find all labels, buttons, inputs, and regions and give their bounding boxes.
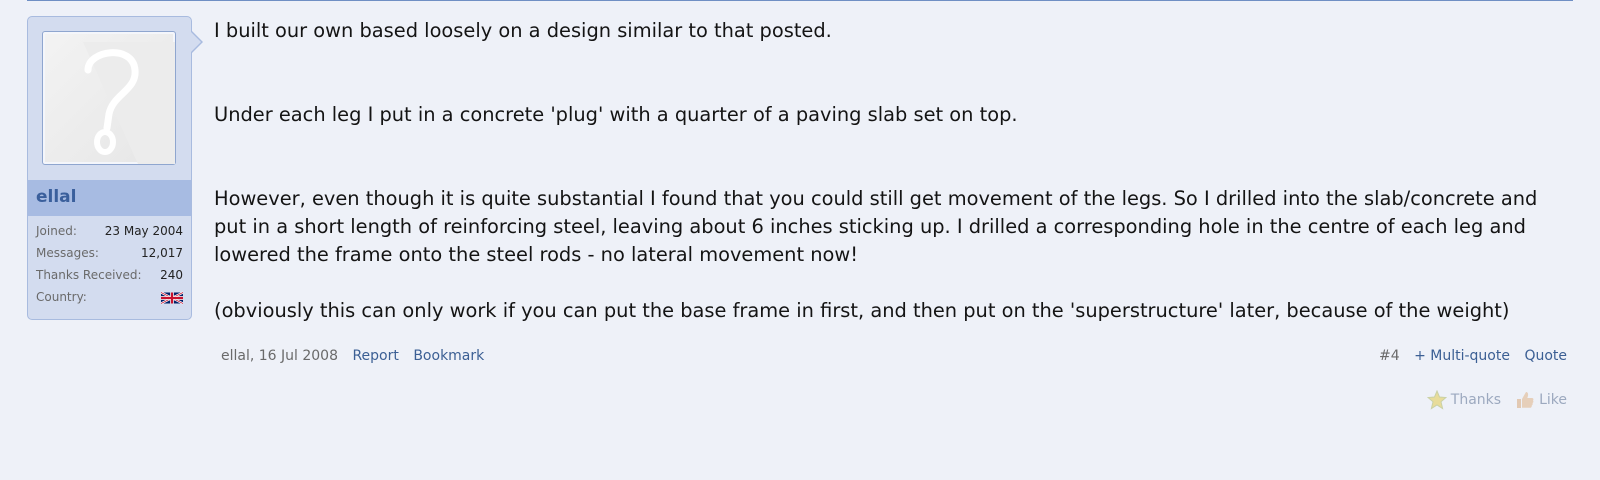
message-paragraph: I built our own based loosely on a desig… — [214, 19, 832, 42]
quote-link[interactable]: Quote — [1524, 348, 1567, 364]
avatar[interactable] — [42, 31, 176, 165]
panel-pointer — [190, 30, 203, 54]
username-link[interactable]: ellal — [36, 187, 76, 207]
bookmark-link[interactable]: Bookmark — [413, 348, 484, 364]
post-byline[interactable]: ellal, 16 Jul 2008 — [221, 348, 338, 364]
post-footer-left: ellal, 16 Jul 2008 Report Bookmark — [221, 348, 484, 364]
report-link[interactable]: Report — [352, 348, 398, 364]
multiquote-link[interactable]: + Multi-quote — [1414, 348, 1510, 364]
thanks-star-icon — [1426, 390, 1447, 410]
thanks-received-value: 240 — [160, 268, 183, 282]
joined-row: Joined: 23 May 2004 — [36, 224, 183, 242]
post-message-body: I built our own based loosely on a desig… — [214, 17, 1574, 325]
thanks-button[interactable]: Thanks — [1426, 390, 1502, 410]
thumbs-up-icon — [1517, 392, 1534, 408]
message-paragraph: Under each leg I put in a concrete 'plug… — [214, 103, 1018, 126]
messages-label: Messages: — [36, 246, 99, 260]
reaction-bar: Thanks Like — [1426, 390, 1567, 410]
username-bar: ellal — [28, 180, 191, 216]
post-number-link[interactable]: #4 — [1379, 348, 1400, 364]
thanks-received-label: Thanks Received: — [36, 268, 142, 282]
country-row: Country: — [36, 290, 184, 308]
joined-label: Joined: — [36, 224, 77, 238]
country-label: Country: — [36, 290, 87, 304]
like-button[interactable]: Like — [1515, 390, 1567, 410]
uk-flag-icon — [160, 291, 184, 305]
messages-row: Messages: 12,017 — [36, 246, 183, 264]
joined-value: 23 May 2004 — [104, 224, 183, 238]
question-mark-avatar-icon — [83, 42, 175, 164]
user-info-panel: ellal Joined: 23 May 2004 Messages: 12,0… — [27, 16, 192, 320]
messages-value[interactable]: 12,017 — [141, 246, 183, 260]
message-paragraph: (obviously this can only work if you can… — [214, 299, 1510, 322]
message-paragraph: However, even though it is quite substan… — [214, 187, 1544, 266]
thanks-label: Thanks — [1450, 392, 1502, 408]
like-label: Like — [1539, 392, 1567, 408]
top-divider — [27, 0, 1573, 1]
thanks-received-row: Thanks Received: 240 — [36, 268, 183, 286]
post-footer-right: #4 + Multi-quote Quote — [1379, 348, 1567, 364]
